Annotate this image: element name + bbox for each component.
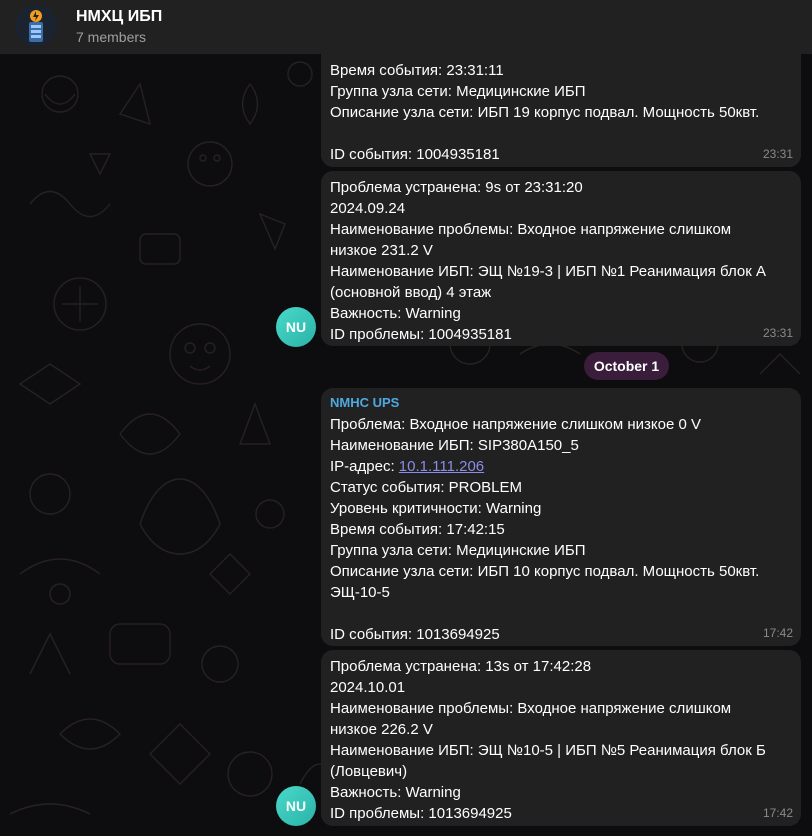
member-count: 7 members [76,29,147,45]
message-line [330,123,791,144]
message-line: Проблема: Входное напряжение слишком низ… [330,416,701,433]
message-line: ID проблемы: 1013694925 [330,805,512,822]
message-line: Статус события: PROBLEM [330,479,523,496]
message-line: Проблема устранена: 13s от 17:42:28 [330,658,592,675]
chat-title: НМХЦ ИБП [76,8,163,25]
avatar[interactable]: NU [276,786,316,826]
message-line [330,603,791,624]
sender-name[interactable]: NMHC UPS [330,394,791,412]
message-line: Уровень критичности: Warning [330,500,542,517]
message-line: Описание узла сети: ИБП 19 корпус подвал… [330,104,760,121]
message-time: 23:31 [762,326,793,340]
message-line: ID события: 1013694925 [330,626,500,643]
message-line: Важность: Warning [330,305,461,322]
message-line: Наименование ИБП: ЭЩ №10-5 | ИБП №5 Реан… [330,742,766,759]
message-line: низкое 226.2 V [330,721,433,738]
message-bubble[interactable]: Проблема устранена: 9s от 23:31:20 2024.… [321,171,801,346]
message-time: 17:42 [762,806,793,820]
message-line: Наименование ИБП: ЭЩ №19-3 | ИБП №1 Реан… [330,263,766,280]
message-line: Наименование проблемы: Входное напряжени… [330,221,732,238]
date-divider: October 1 [584,352,669,380]
message-line: ID проблемы: 1004935181 [330,326,512,343]
message-line: (Ловцевич) [330,763,408,780]
message-line: Время события: 23:31:11 [330,62,504,79]
chat-area[interactable]: Время события: 23:31:11 Группа узла сети… [0,54,812,836]
ip-label: IP-адрес: [330,458,399,475]
message-line: Группа узла сети: Медицинские ИБП [330,542,586,559]
message-line: Описание узла сети: ИБП 10 корпус подвал… [330,563,760,580]
ups-logo-icon [15,5,57,47]
avatar[interactable]: NU [276,307,316,347]
group-avatar[interactable] [15,5,57,47]
ip-link[interactable]: 10.1.111.206 [399,458,484,475]
message-bubble[interactable]: Проблема устранена: 13s от 17:42:28 2024… [321,650,801,826]
message-line: Важность: Warning [330,784,461,801]
message-time: 17:42 [762,626,793,640]
message-line: ID события: 1004935181 [330,146,500,163]
message-time: 23:31 [762,147,793,161]
message-line: Группа узла сети: Медицинские ИБП [330,83,586,100]
message-bubble[interactable]: NMHC UPS Проблема: Входное напряжение сл… [321,388,801,646]
message-line: Проблема устранена: 9s от 23:31:20 [330,179,583,196]
ip-line: IP-адрес: 10.1.111.206 [330,456,791,477]
chat-header[interactable]: НМХЦ ИБП 7 members [0,0,812,54]
message-line: 2024.09.24 [330,200,406,217]
message-line: ЭЩ-10-5 [330,584,390,601]
message-line: Наименование проблемы: Входное напряжени… [330,700,732,717]
message-bubble[interactable]: Время события: 23:31:11 Группа узла сети… [321,54,801,167]
message-line: Время события: 17:42:15 [330,521,505,538]
message-line: (основной ввод) 4 этаж [330,284,492,301]
message-line: Наименование ИБП: SIP380A150_5 [330,437,579,454]
message-line: 2024.10.01 [330,679,406,696]
message-line: низкое 231.2 V [330,242,433,259]
